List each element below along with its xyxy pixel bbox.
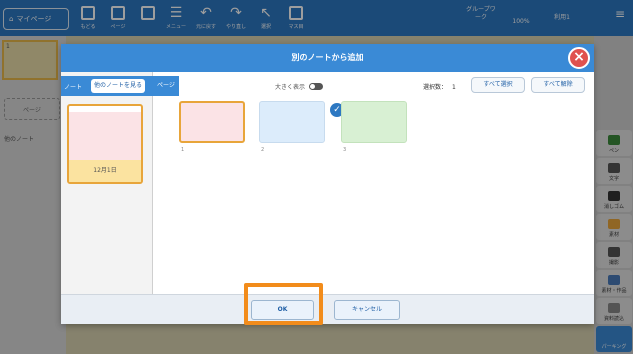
ok-button-highlight (244, 283, 323, 325)
page-thumbnail-3[interactable] (341, 101, 407, 143)
deselect-all-button[interactable]: すべて解除 (531, 77, 585, 93)
note-card-preview (69, 112, 141, 162)
note-card[interactable]: 12月1日 (67, 104, 143, 184)
page-thumbnail-1[interactable] (179, 101, 245, 143)
add-from-note-dialog: 別のノートから追加 × ノート 他のノートを見る 12月1日 ページ 大きく表示… (61, 44, 594, 324)
dialog-footer: OK キャンセル (61, 294, 594, 324)
selected-count: 選択数： 1 (423, 84, 456, 91)
page-number: 3 (343, 147, 347, 153)
close-icon[interactable]: × (568, 47, 590, 69)
dialog-title: 別のノートから追加 (61, 44, 594, 72)
toggle-switch[interactable] (309, 83, 324, 90)
page-number: 2 (261, 147, 265, 153)
page-selection-area: ページ 大きく表示 選択数： 1 すべて選択 すべて解除 ✓ 1 2 3 (153, 72, 594, 294)
page-number: 1 (181, 147, 185, 153)
page-label: ページ (153, 76, 179, 96)
note-card-date: 12月1日 (69, 160, 141, 182)
note-header: ノート 他のノートを見る (61, 76, 153, 96)
cancel-button[interactable]: キャンセル (334, 300, 400, 320)
note-column: ノート 他のノートを見る 12月1日 (61, 72, 153, 294)
select-all-button[interactable]: すべて選択 (471, 77, 525, 93)
view-other-note-button[interactable]: 他のノートを見る (91, 79, 146, 93)
page-thumbnail-2[interactable] (259, 101, 325, 143)
large-view-toggle[interactable]: 大きく表示 (275, 82, 324, 91)
note-label: ノート (64, 83, 83, 91)
